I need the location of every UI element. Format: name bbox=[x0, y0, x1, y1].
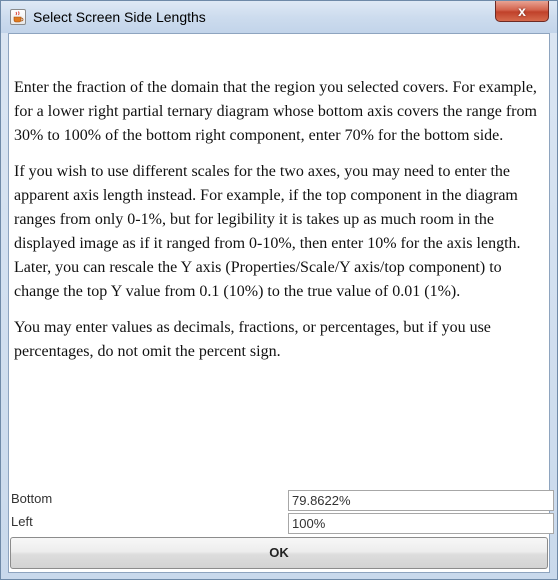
ok-button[interactable]: OK bbox=[10, 537, 548, 569]
dialog-window: Select Screen Side Lengths x Enter the f… bbox=[0, 0, 558, 580]
java-cup-icon bbox=[10, 9, 26, 25]
window-title: Select Screen Side Lengths bbox=[33, 9, 206, 25]
close-icon: x bbox=[518, 3, 526, 19]
instructions-paragraph-2: If you wish to use different scales for … bbox=[14, 163, 521, 300]
close-button[interactable]: x bbox=[495, 1, 549, 22]
instructions-paragraph-1: Enter the fraction of the domain that th… bbox=[14, 79, 537, 144]
instructions-text: Enter the fraction of the domain that th… bbox=[14, 76, 546, 376]
instructions-paragraph-3: You may enter values as decimals, fracti… bbox=[14, 319, 491, 360]
bottom-field-row: Bottom bbox=[9, 489, 554, 512]
left-label: Left bbox=[11, 514, 33, 529]
left-field-row: Left bbox=[9, 512, 554, 535]
bottom-label: Bottom bbox=[11, 491, 53, 506]
left-input[interactable] bbox=[288, 513, 554, 534]
title-bar[interactable]: Select Screen Side Lengths x bbox=[1, 1, 557, 33]
dialog-content: Enter the fraction of the domain that th… bbox=[8, 33, 554, 573]
bottom-input[interactable] bbox=[288, 490, 554, 511]
